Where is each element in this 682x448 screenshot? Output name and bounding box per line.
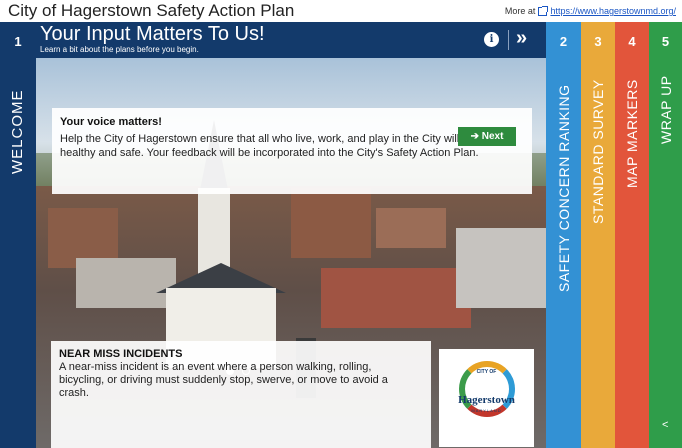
- logo-top-text: CITY OF: [476, 369, 497, 375]
- info-icon[interactable]: i: [484, 32, 499, 47]
- tab-label: WRAP UP: [657, 75, 674, 144]
- tab-label: SAFETY CONCERN RANKING: [555, 84, 572, 292]
- more-at-label: More at: [504, 6, 536, 16]
- logo-name: Hagerstown: [458, 394, 515, 406]
- external-link-icon: [538, 5, 549, 16]
- tab-number: 3: [594, 34, 602, 49]
- intro-text: Help the City of Hagerstown ensure that …: [60, 133, 479, 159]
- tab-number: 5: [661, 34, 670, 49]
- more-at: More at https://www.hagerstownmd.org/: [504, 5, 676, 16]
- intro-card: Your voice matters! Help the City of Hag…: [52, 108, 532, 194]
- share-icon[interactable]: <: [662, 419, 668, 431]
- double-chevron-right-icon[interactable]: »: [516, 27, 527, 50]
- tab-welcome[interactable]: 1 WELCOME: [0, 22, 36, 448]
- near-miss-text: A near-miss incident is an event where a…: [59, 361, 388, 399]
- header-divider: [508, 30, 509, 50]
- next-button[interactable]: ➔ Next: [458, 127, 516, 146]
- tab-wrap-up[interactable]: 5 WRAP UP <: [649, 22, 682, 448]
- tab-number: 1: [14, 34, 22, 49]
- building: [456, 228, 546, 308]
- intro-heading: Your voice matters!: [60, 116, 162, 128]
- page-title: Your Input Matters To Us!: [40, 23, 265, 45]
- top-bar: City of Hagerstown Safety Action Plan Mo…: [0, 0, 682, 22]
- near-miss-card: NEAR MISS INCIDENTS A near-miss incident…: [51, 341, 431, 448]
- near-miss-heading: NEAR MISS INCIDENTS: [59, 348, 183, 360]
- building: [321, 268, 471, 328]
- app-title: City of Hagerstown Safety Action Plan: [8, 1, 295, 20]
- tab-safety-concern-ranking[interactable]: 2 SAFETY CONCERN RANKING: [546, 22, 581, 448]
- tab-label: WELCOME: [9, 89, 26, 174]
- welcome-panel: Your Input Matters To Us! Learn a bit ab…: [36, 22, 546, 448]
- website-link[interactable]: https://www.hagerstownmd.org/: [550, 6, 676, 16]
- building: [291, 188, 371, 258]
- tab-number: 4: [628, 34, 636, 49]
- page-subtitle: Learn a bit about the plans before you b…: [40, 45, 199, 54]
- tab-number: 2: [559, 34, 568, 49]
- tab-standard-survey[interactable]: 3 STANDARD SURVEY: [581, 22, 615, 448]
- logo-bottom-text: MARYLAND: [471, 408, 502, 413]
- hagerstown-logo: CITY OF Hagerstown MARYLAND: [439, 349, 534, 447]
- tab-map-markers[interactable]: 4 MAP MARKERS: [615, 22, 649, 448]
- tab-label: MAP MARKERS: [624, 79, 640, 188]
- building: [376, 208, 446, 248]
- tab-label: STANDARD SURVEY: [590, 79, 606, 224]
- panel-header: Your Input Matters To Us! Learn a bit ab…: [36, 22, 546, 58]
